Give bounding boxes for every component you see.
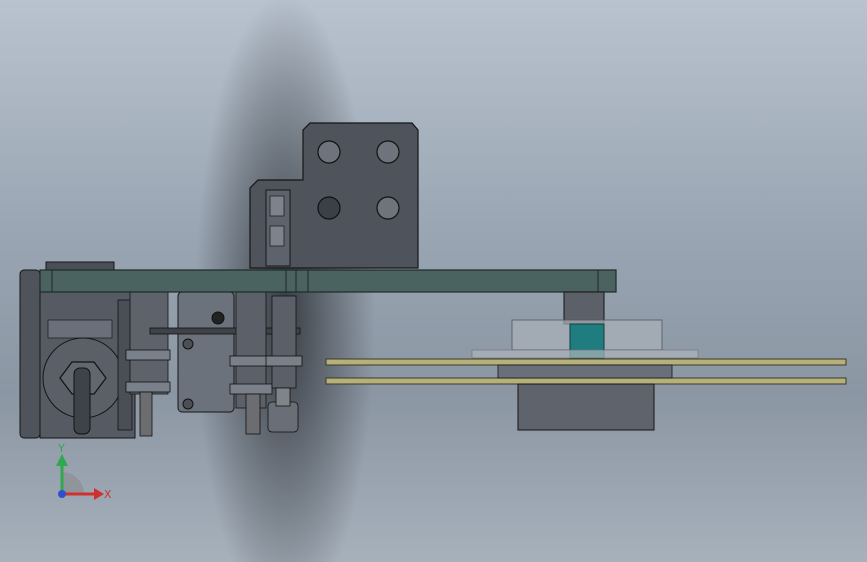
cad-viewport[interactable]: Y X [0, 0, 867, 562]
mount-hole [317, 196, 341, 220]
center-mechanism[interactable] [125, 291, 303, 437]
z-axis-dot [58, 490, 66, 498]
base-plate[interactable] [39, 269, 617, 293]
y-axis-label: Y [57, 442, 65, 455]
right-assembly[interactable] [325, 291, 847, 431]
linear-rail [325, 377, 847, 385]
thread-rod [139, 391, 153, 437]
mount-hole [376, 140, 400, 164]
mount-hole [376, 196, 400, 220]
coordinate-triad[interactable]: Y X [56, 442, 112, 501]
upper-bracket[interactable] [249, 122, 419, 269]
thread-rod [245, 393, 261, 435]
mount-hole [317, 140, 341, 164]
drum [517, 383, 655, 431]
linear-rail [325, 358, 847, 366]
x-axis-label: X [104, 488, 112, 501]
cad-model-drawing[interactable]: Y X [0, 0, 867, 562]
